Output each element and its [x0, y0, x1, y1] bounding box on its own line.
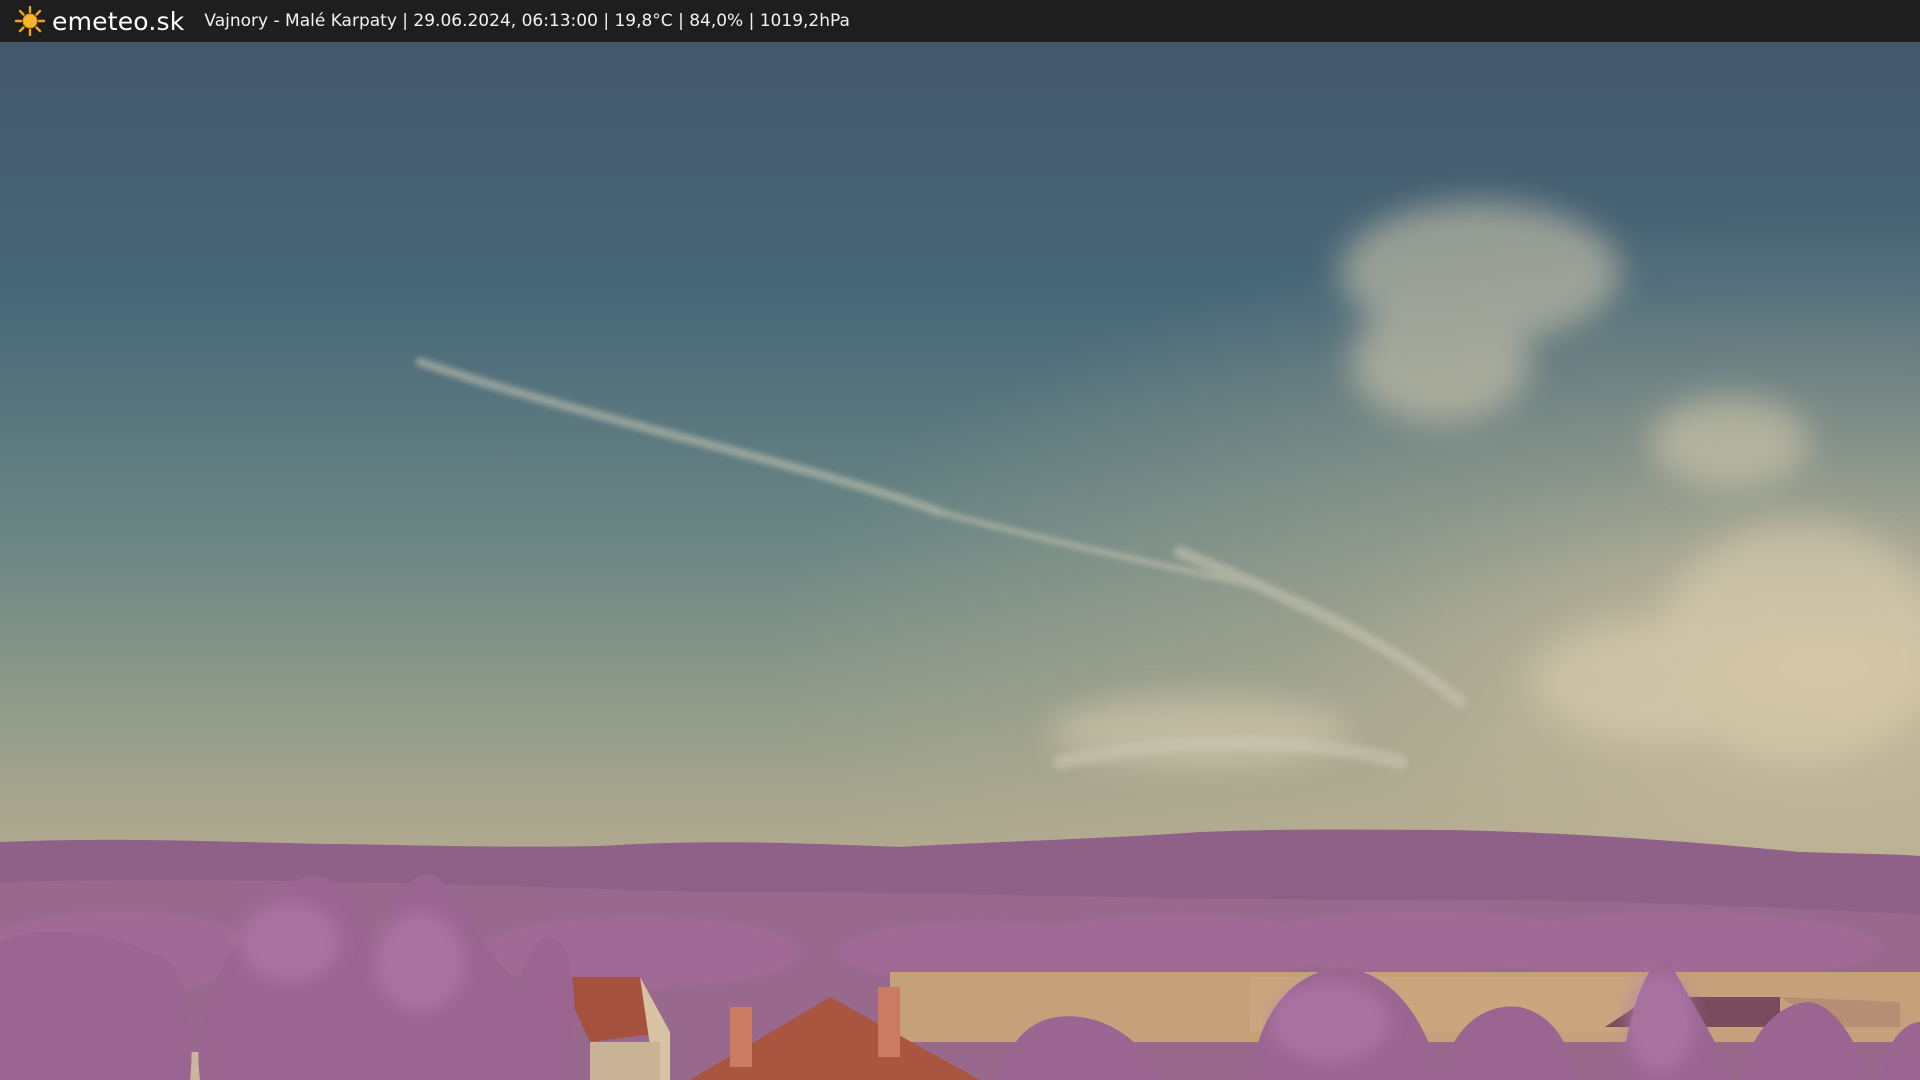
top-info-bar: emeteo.sk Vajnory - Malé Karpaty | 29.06…	[0, 0, 1920, 42]
sun-icon	[14, 5, 46, 37]
site-logo[interactable]: emeteo.sk	[14, 5, 184, 37]
site-name: emeteo.sk	[52, 6, 185, 36]
webcam-image	[0, 42, 1920, 1080]
weather-readout: Vajnory - Malé Karpaty | 29.06.2024, 06:…	[204, 11, 850, 31]
